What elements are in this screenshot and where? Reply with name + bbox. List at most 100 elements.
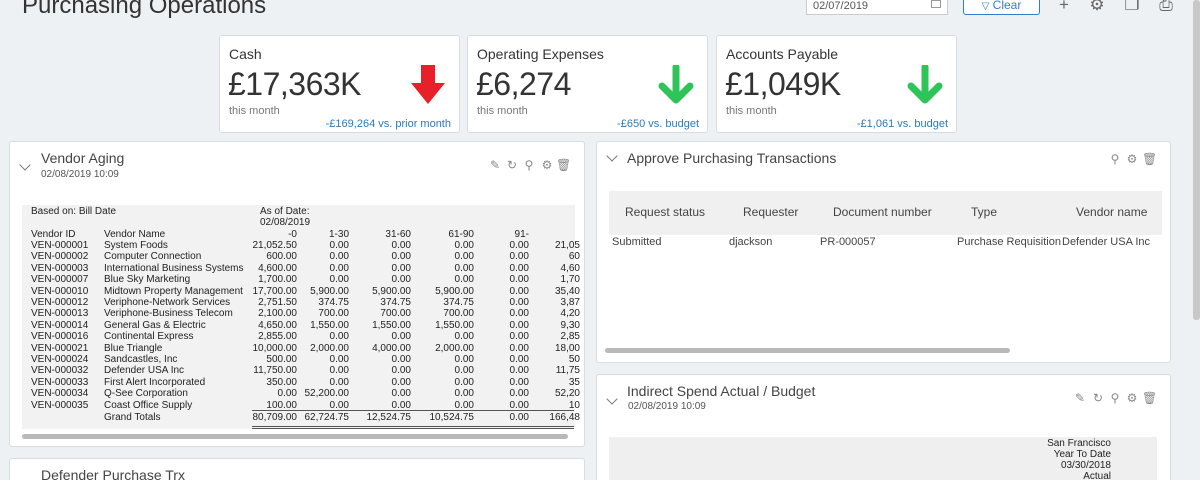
gear-icon[interactable]: ⚙	[1125, 391, 1139, 405]
table-cell[interactable]: Purchase Requisition	[957, 236, 1061, 248]
table-cell: 1,550.00	[310, 319, 349, 331]
clear-button-label: Clear	[992, 0, 1022, 12]
totals-cell: 12,524.75	[366, 412, 412, 423]
arrow-down-icon	[411, 65, 445, 104]
as-of-label: As of Date:	[260, 206, 310, 217]
column-header[interactable]: Type	[971, 205, 997, 219]
calendar-icon	[931, 0, 941, 8]
table-cell: VEN-000003	[31, 262, 89, 274]
kpi-card-operating-expenses[interactable]: Operating Expenses £6,274 this month -£6…	[467, 35, 708, 133]
table-cell: 52,20	[554, 388, 580, 400]
table-cell: Veriphone-Network Services	[104, 297, 231, 308]
copy-icon[interactable]: ❐	[1122, 0, 1142, 14]
table-cell: 0.00	[329, 354, 349, 365]
table-cell: Blue Triangle	[104, 342, 163, 354]
column-header[interactable]: Vendor name	[1076, 205, 1147, 219]
table-cell: 700.00	[380, 308, 411, 320]
table-cell: VEN-000013	[31, 308, 89, 320]
table-cell: 4,60	[560, 262, 580, 274]
filter-icon: ▽	[981, 1, 990, 12]
table-cell: 0.00	[391, 331, 411, 343]
table-cell[interactable]: PR-000057	[820, 236, 876, 248]
edit-icon[interactable]: ✎	[1073, 391, 1087, 405]
as-of-date: 02/08/2019	[260, 217, 311, 228]
refresh-icon[interactable]: ↻	[1091, 391, 1105, 405]
clear-button[interactable]: ▽ Clear	[963, 0, 1040, 15]
kpi-comparison: -£650 vs. budget	[617, 118, 699, 130]
date-value: 02/07/2019	[813, 0, 869, 12]
table-cell: Q-See Corporation	[104, 388, 188, 400]
table-cell: 0.00	[391, 376, 411, 388]
refresh-icon[interactable]: ↻	[505, 158, 519, 172]
gear-icon[interactable]: ⚙	[540, 158, 554, 172]
column-header[interactable]: Requester	[743, 205, 798, 219]
table-cell: 1,70	[560, 274, 580, 286]
table-cell[interactable]: djackson	[729, 236, 772, 248]
column-header: 91-	[514, 229, 529, 240]
table-cell: 0.00	[391, 365, 411, 377]
table-cell: VEN-000016	[31, 331, 89, 343]
table-cell: 35,40	[554, 285, 580, 297]
table-cell: 0.00	[329, 365, 349, 377]
report-header-text: Actual	[1083, 471, 1111, 480]
table-cell: Veriphone-Business Telecom	[104, 308, 233, 320]
table-cell: VEN-000010	[31, 285, 89, 297]
table-cell: VEN-000024	[31, 354, 89, 365]
table-cell[interactable]: Submitted	[612, 236, 662, 248]
table-cell: 0.00	[329, 251, 349, 263]
column-header[interactable]: Request status	[625, 205, 705, 219]
horizontal-scrollbar[interactable]	[22, 434, 568, 439]
add-icon[interactable]: +	[1054, 0, 1074, 14]
table-cell: First Alert Incorporated	[104, 376, 206, 388]
trash-icon[interactable]: 🗑	[1142, 152, 1157, 166]
column-header: Vendor ID	[31, 229, 76, 240]
table-cell: 0.00	[329, 262, 349, 274]
trash-icon[interactable]: 🗑	[556, 158, 571, 172]
gear-icon[interactable]: ⚙	[1125, 152, 1139, 166]
table-cell: 9,30	[560, 319, 580, 331]
date-picker[interactable]: 02/07/2019	[806, 0, 948, 15]
edit-icon[interactable]: ✎	[488, 158, 502, 172]
table-cell: 60	[568, 251, 580, 263]
table-cell: VEN-000001	[31, 240, 89, 251]
table-cell: 5,900.00	[310, 285, 349, 297]
table-cell: 0.00	[391, 251, 411, 263]
table-cell[interactable]: Defender USA Inc	[1062, 236, 1150, 248]
panel-title: Defender Purchase Trx	[41, 467, 185, 480]
table-cell: Computer Connection	[104, 251, 202, 263]
search-icon[interactable]: ⚲	[1108, 152, 1122, 166]
table-cell: 11,75	[555, 365, 580, 377]
table-cell: 0.00	[391, 354, 411, 365]
table-cell: VEN-000033	[31, 376, 89, 388]
table-cell: 21,05	[554, 240, 580, 251]
table-cell: General Gas & Electric	[104, 319, 206, 331]
gear-icon[interactable]: ⚙	[1087, 0, 1107, 14]
table-cell: VEN-000021	[31, 342, 89, 354]
table-cell: 50	[568, 354, 580, 365]
divider	[252, 410, 574, 411]
search-icon[interactable]: ⚲	[522, 158, 536, 172]
table-cell: 0.00	[391, 388, 411, 400]
approve-transactions-panel	[596, 141, 1171, 363]
kpi-value: £17,363K	[228, 66, 362, 102]
arrow-down-icon	[658, 65, 694, 104]
table-cell: 3,87	[560, 297, 580, 308]
horizontal-scrollbar[interactable]	[605, 348, 1010, 353]
page-scrollbar[interactable]	[1193, 0, 1200, 320]
kpi-card-accounts-payable[interactable]: Accounts Payable £1,049K this month -£1,…	[716, 35, 957, 133]
table-cell: 4,20	[560, 308, 580, 320]
column-header[interactable]: Document number	[833, 205, 932, 219]
kpi-subtext: this month	[726, 105, 777, 117]
kpi-card-cash[interactable]: Cash £17,363K this month -£169,264 vs. p…	[219, 35, 460, 133]
table-cell: 374.75	[380, 297, 411, 308]
table-cell: 52,200.00	[304, 388, 350, 400]
search-icon[interactable]: ⚲	[1108, 391, 1122, 405]
trash-icon[interactable]: 🗑	[1142, 391, 1157, 405]
print-icon[interactable]: ⎙	[1156, 0, 1176, 14]
totals-label: Grand Totals	[104, 412, 161, 423]
table-cell: VEN-000035	[31, 399, 89, 411]
table-cell: 18,00	[554, 342, 580, 354]
table-cell: Midtown Property Management	[104, 285, 243, 297]
panel-date: 02/08/2019 10:09	[628, 401, 706, 412]
table-cell: 0.00	[329, 376, 349, 388]
